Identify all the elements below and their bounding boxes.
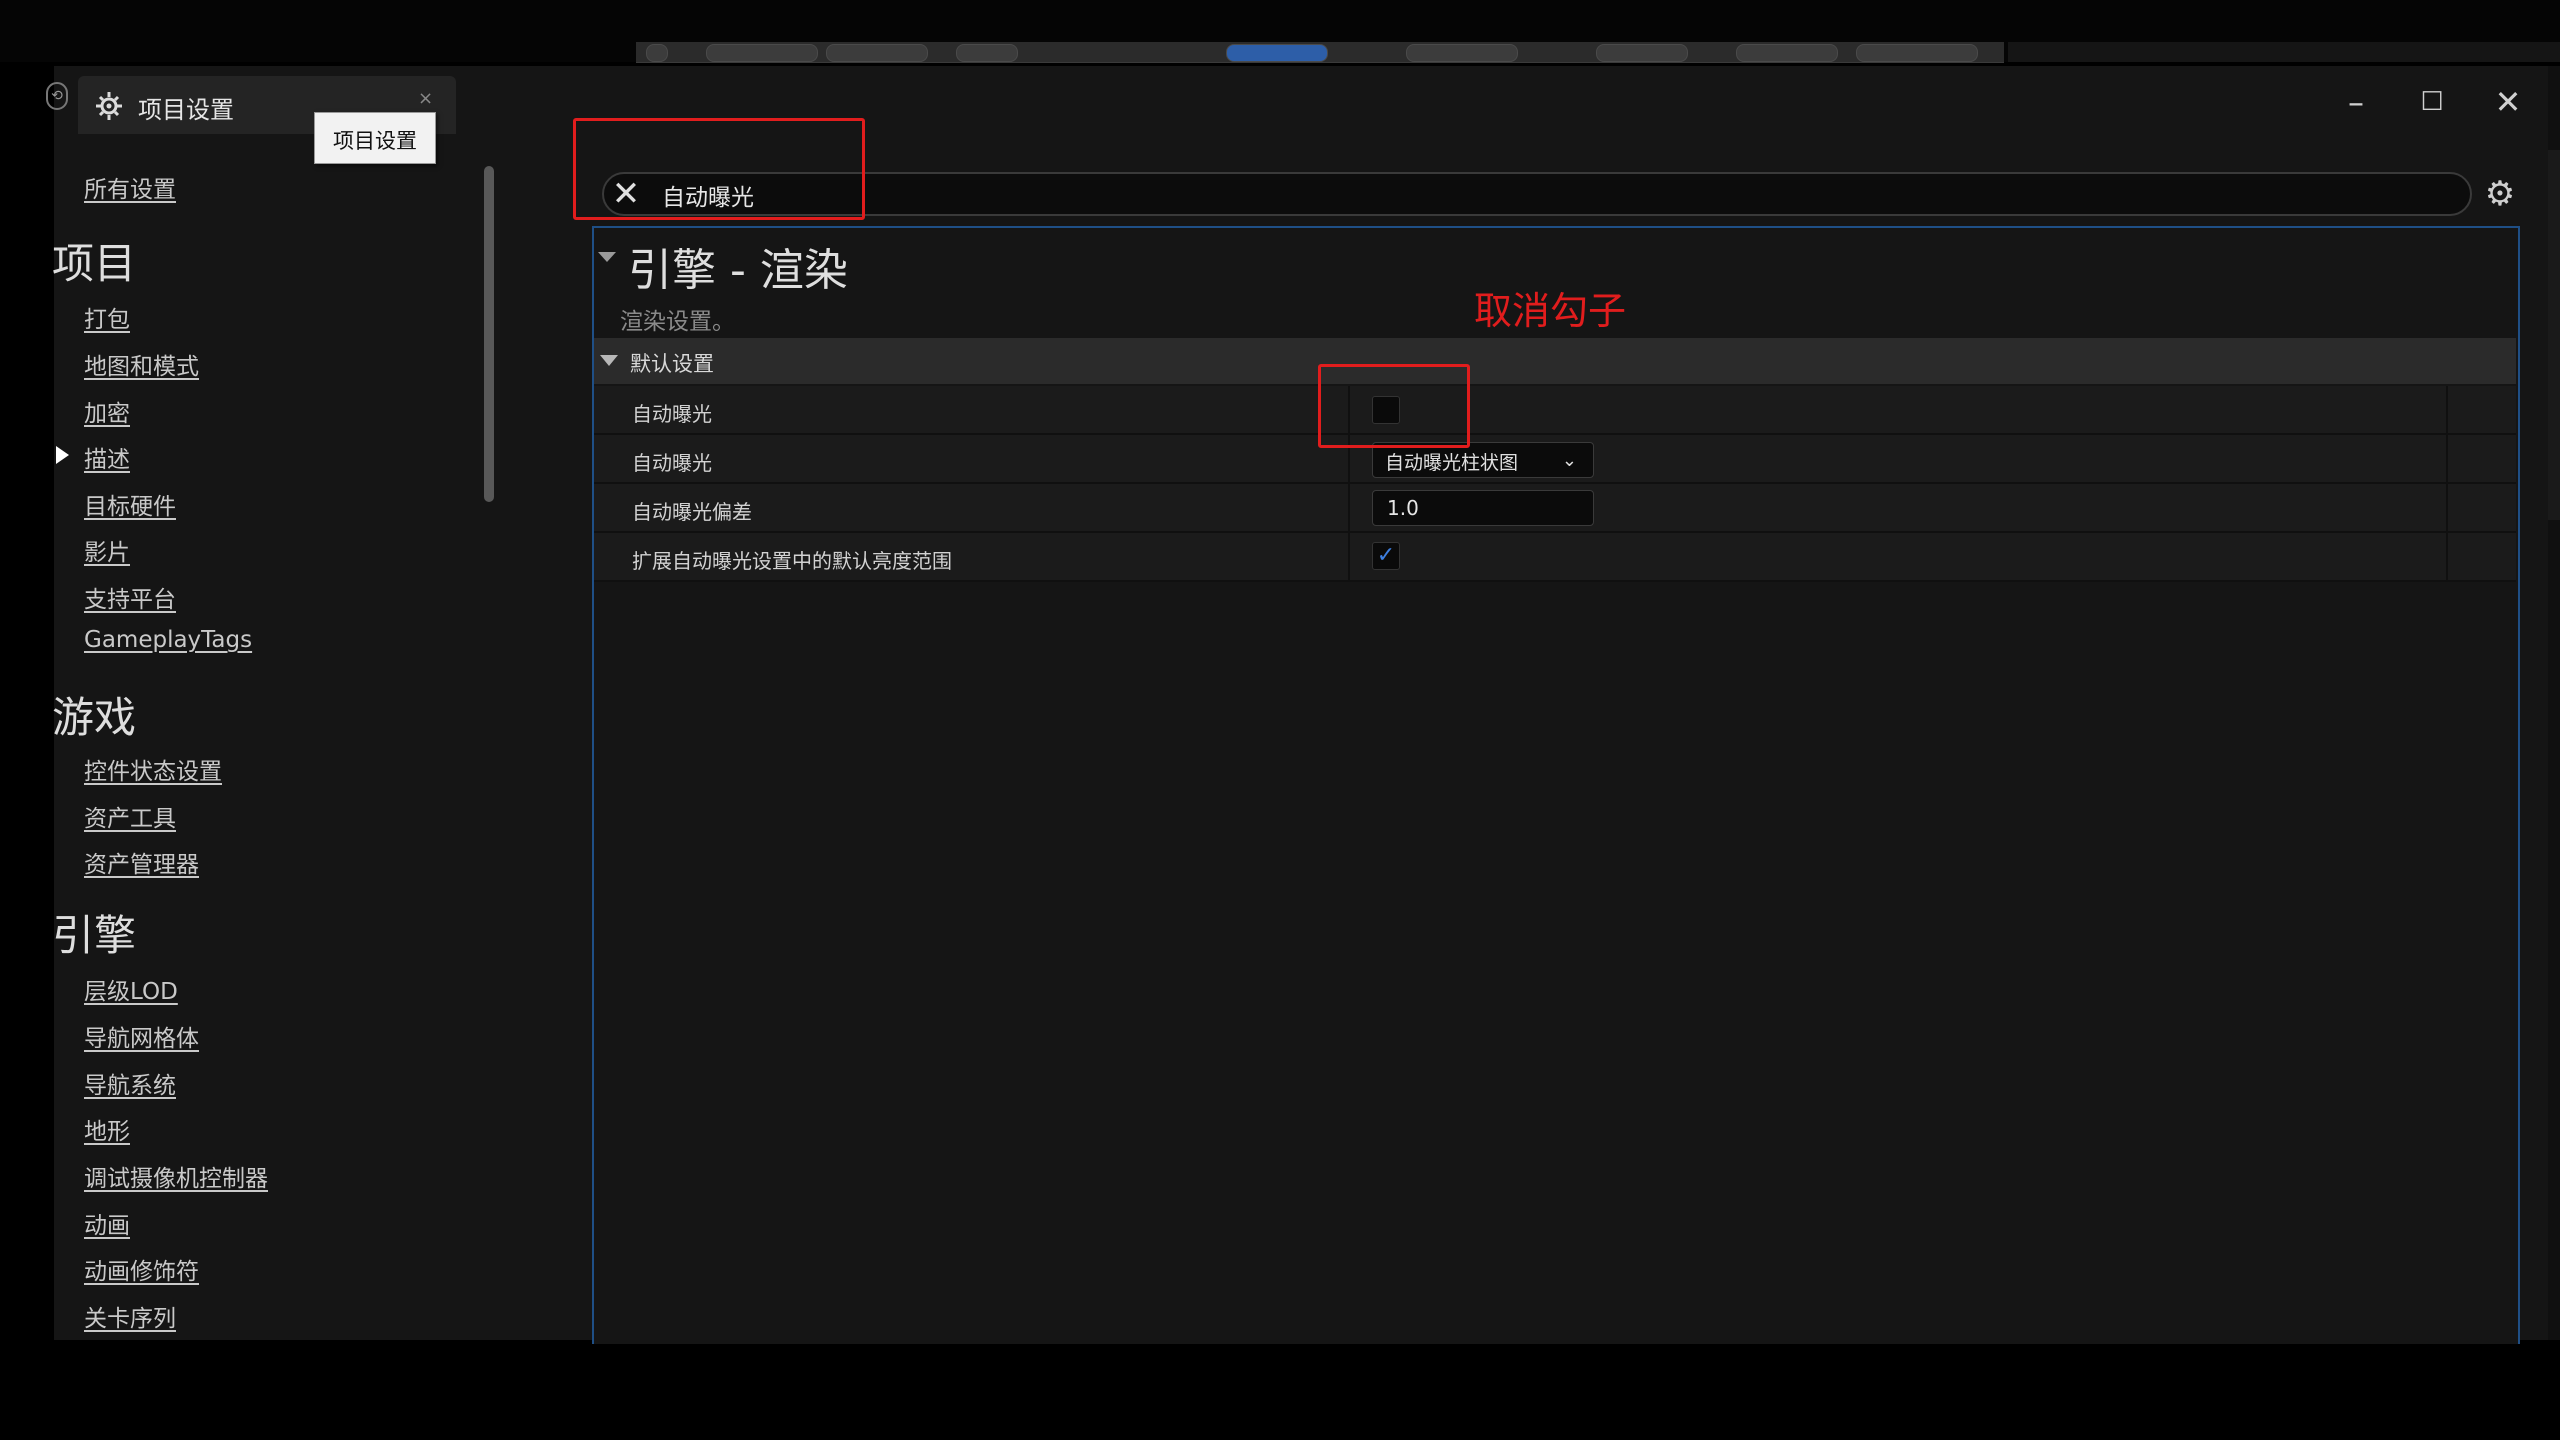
column-divider: [2446, 533, 2448, 580]
column-divider[interactable]: [1348, 484, 1350, 531]
property-row: 自动曝光: [594, 386, 2516, 435]
sidebar-item[interactable]: 地图和模式: [84, 347, 199, 381]
sidebar-item[interactable]: 描述: [84, 440, 130, 474]
sidebar-heading-project: 项目: [52, 239, 137, 288]
column-divider: [2446, 435, 2448, 482]
right-edge-scroll[interactable]: [2548, 150, 2560, 520]
toolbar-button[interactable]: [1736, 44, 1838, 62]
column-divider: [2446, 386, 2448, 433]
sidebar-item[interactable]: 资产工具: [84, 799, 176, 833]
auto-exposure-bias-input[interactable]: 1.0: [1372, 490, 1594, 526]
section-title: 引擎 - 渲染: [628, 245, 848, 296]
property-label: 扩展自动曝光设置中的默认亮度范围: [632, 549, 952, 573]
sidebar-scrollbar[interactable]: [484, 166, 494, 502]
editor-toolbar-strip: [636, 42, 2004, 63]
property-label: 自动曝光: [632, 451, 712, 475]
toolbar-button[interactable]: [1596, 44, 1688, 62]
sidebar-item[interactable]: 加密: [84, 394, 130, 428]
dropdown-value: 自动曝光柱状图: [1385, 452, 1519, 474]
sidebar-heading-engine: 引擎: [52, 911, 137, 960]
sidebar-item[interactable]: 动画修饰符: [84, 1252, 199, 1286]
category-label: 默认设置: [630, 352, 714, 376]
search-input[interactable]: [602, 172, 2472, 216]
expand-arrow-icon[interactable]: [56, 446, 69, 464]
sidebar-item[interactable]: GameplayTags: [84, 627, 252, 653]
collapse-arrow-icon[interactable]: [600, 355, 618, 366]
toolbar-button[interactable]: [1226, 44, 1328, 62]
top-bar-right: [2008, 42, 2560, 62]
checkmark-icon: ✓: [1376, 543, 1396, 568]
category-header[interactable]: [594, 338, 2516, 384]
sidebar-item-all-settings[interactable]: 所有设置: [84, 170, 176, 204]
sidebar-item[interactable]: 导航系统: [84, 1066, 176, 1100]
annotation-text: 取消勾子: [1474, 289, 1627, 333]
annotation-box-search: [573, 118, 865, 220]
property-row: 扩展自动曝光设置中的默认亮度范围: [594, 533, 2516, 582]
input-value: 1.0: [1387, 496, 1419, 520]
sidebar-item[interactable]: 关卡序列: [84, 1299, 176, 1333]
maximize-button[interactable]: ☐: [2412, 82, 2452, 122]
close-window-button[interactable]: ✕: [2488, 82, 2528, 122]
toolbar-button[interactable]: [646, 44, 668, 62]
section-description: 渲染设置。: [620, 309, 735, 335]
sidebar-item[interactable]: 资产管理器: [84, 845, 199, 879]
tab-label: 项目设置: [138, 96, 234, 124]
sidebar-item[interactable]: 打包: [84, 300, 130, 334]
toolbar-button[interactable]: [1406, 44, 1518, 62]
column-divider: [2446, 484, 2448, 531]
sidebar-item[interactable]: 调试摄像机控制器: [84, 1159, 268, 1193]
annotation-box-checkbox: [1318, 364, 1470, 448]
toolbar-button[interactable]: [706, 44, 818, 62]
collapse-arrow-icon[interactable]: [598, 252, 616, 262]
sidebar-item[interactable]: 控件状态设置: [84, 752, 222, 786]
column-divider[interactable]: [1348, 533, 1350, 580]
minimize-button[interactable]: –: [2336, 82, 2376, 122]
sidebar-item[interactable]: 支持平台: [84, 580, 176, 614]
sidebar-heading-game: 游戏: [52, 693, 137, 742]
property-label: 自动曝光偏差: [632, 500, 752, 524]
project-settings-icon: [96, 92, 122, 120]
sidebar-item[interactable]: 层级LOD: [84, 972, 178, 1006]
history-icon[interactable]: ⟲: [46, 82, 68, 110]
sidebar-item[interactable]: 目标硬件: [84, 487, 176, 521]
sidebar-item[interactable]: 地形: [84, 1112, 130, 1146]
sidebar-item[interactable]: 动画: [84, 1206, 130, 1240]
chevron-down-icon: ⌄: [1561, 450, 1577, 471]
sidebar-item[interactable]: 影片: [84, 533, 130, 567]
toolbar-button[interactable]: [1856, 44, 1978, 62]
property-label: 自动曝光: [632, 402, 712, 426]
toolbar-button[interactable]: [956, 44, 1018, 62]
tab-close-icon[interactable]: ×: [418, 88, 433, 109]
sidebar-item[interactable]: 导航网格体: [84, 1019, 199, 1053]
gear-icon[interactable]: ⚙: [2480, 174, 2520, 214]
extend-luminance-range-checkbox[interactable]: ✓: [1372, 542, 1400, 570]
toolbar-button[interactable]: [826, 44, 928, 62]
